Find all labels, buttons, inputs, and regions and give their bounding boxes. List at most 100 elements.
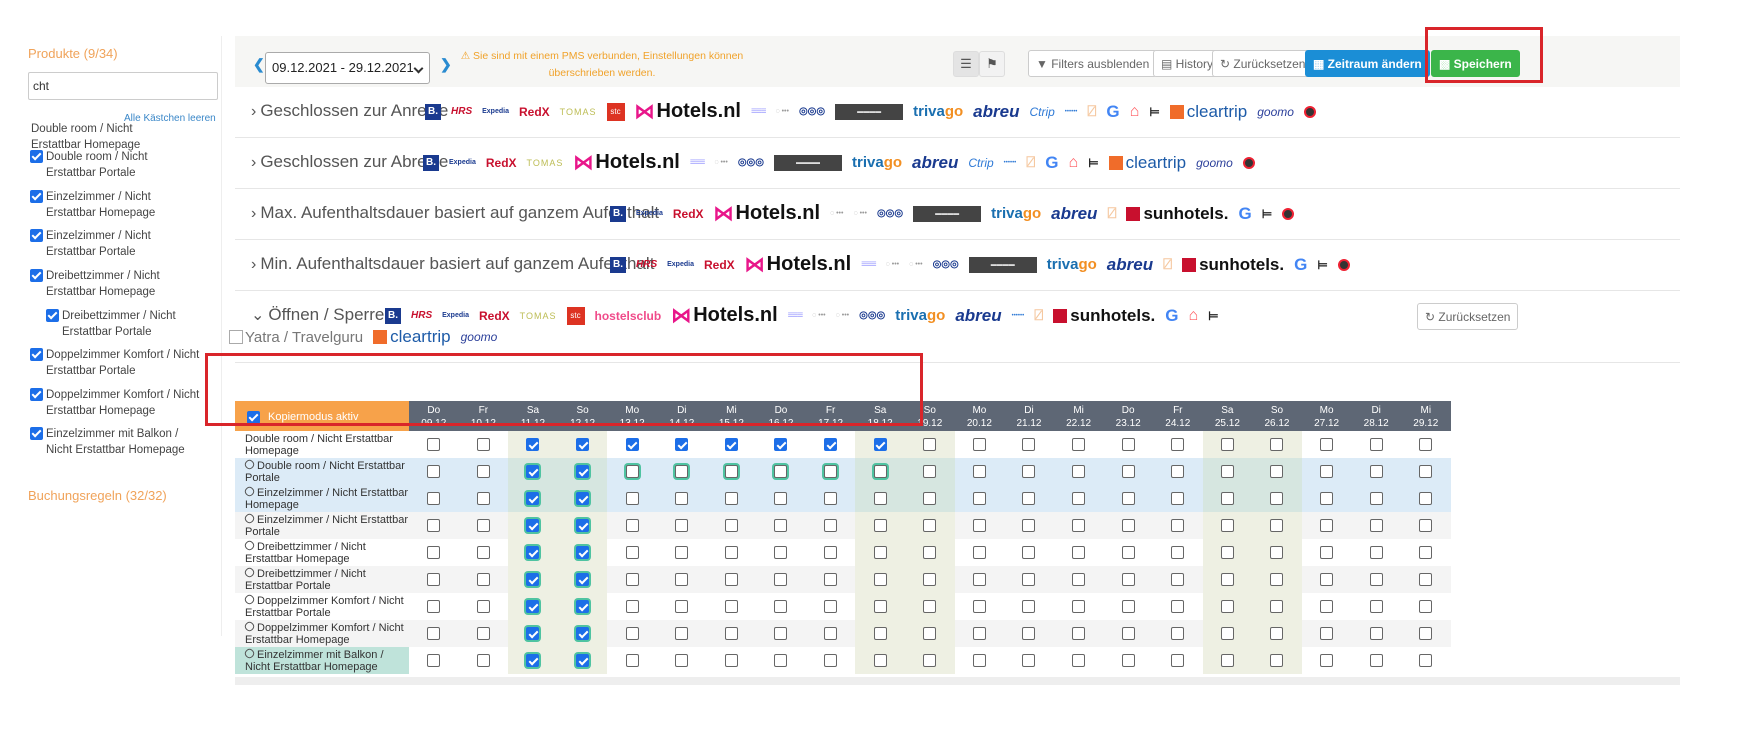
availability-checkbox[interactable] [675,492,689,505]
availability-checkbox[interactable] [675,627,689,640]
availability-checkbox[interactable] [1022,654,1036,667]
availability-checkbox[interactable] [923,546,937,559]
availability-checkbox[interactable] [1171,546,1185,559]
sidebar-item[interactable]: Dreibettzimmer / Nicht Erstattbar Homepa… [30,268,200,300]
availability-checkbox[interactable] [923,654,937,667]
availability-checkbox[interactable] [1022,438,1036,451]
availability-checkbox[interactable] [1419,492,1433,505]
availability-checkbox[interactable] [1270,438,1284,451]
availability-checkbox[interactable] [1121,492,1135,505]
availability-checkbox[interactable] [972,465,986,478]
sidebar-item-checkbox[interactable] [30,229,43,242]
availability-checkbox[interactable] [675,600,689,613]
availability-checkbox[interactable] [972,438,986,451]
availability-checkbox[interactable] [1072,600,1086,613]
availability-checkbox[interactable] [1121,600,1135,613]
availability-checkbox[interactable] [1320,654,1334,667]
availability-checkbox[interactable] [576,600,590,613]
availability-checkbox[interactable] [1270,654,1284,667]
availability-checkbox[interactable] [1171,600,1185,613]
availability-checkbox[interactable] [724,627,738,640]
availability-checkbox[interactable] [1072,546,1086,559]
availability-checkbox[interactable] [675,465,689,478]
availability-checkbox[interactable] [1270,573,1284,586]
availability-checkbox[interactable] [625,519,639,532]
availability-checkbox[interactable] [476,600,490,613]
sidebar-item[interactable]: Einzelzimmer / Nicht Erstattbar Portale [30,228,200,260]
availability-checkbox[interactable] [1369,600,1383,613]
availability-checkbox[interactable] [427,573,441,586]
availability-checkbox[interactable] [1121,573,1135,586]
availability-checkbox[interactable] [774,627,788,640]
availability-checkbox[interactable] [923,600,937,613]
availability-checkbox[interactable] [625,546,639,559]
availability-checkbox[interactable] [724,465,738,478]
availability-checkbox[interactable] [724,600,738,613]
availability-checkbox[interactable] [1419,654,1433,667]
availability-checkbox[interactable] [923,519,937,532]
rule-row[interactable]: › Geschlossen zur Anreise B. HRS Expedia RedX… [235,87,1680,138]
list-view-icon[interactable]: ☰ [953,51,979,77]
availability-checkbox[interactable] [724,492,738,505]
availability-checkbox[interactable] [1171,465,1185,478]
horizontal-scrollbar[interactable] [235,677,1680,685]
availability-checkbox[interactable] [526,546,540,559]
availability-checkbox[interactable] [1072,438,1086,451]
availability-checkbox[interactable] [1121,438,1135,451]
availability-checkbox[interactable] [1072,465,1086,478]
availability-checkbox[interactable] [1419,600,1433,613]
availability-checkbox[interactable] [1171,654,1185,667]
sidebar-item-checkbox[interactable] [30,269,43,282]
rule-toggle[interactable]: › Geschlossen zur Anreise [251,101,448,121]
sidebar-item[interactable]: Dreibettzimmer / Nicht Erstattbar Portal… [46,308,182,340]
availability-checkbox[interactable] [1369,627,1383,640]
availability-checkbox[interactable] [774,492,788,505]
rule-toggle[interactable]: › Max. Aufenthaltsdauer basiert auf ganze… [251,203,659,223]
availability-checkbox[interactable] [1022,600,1036,613]
availability-checkbox[interactable] [1320,465,1334,478]
availability-checkbox[interactable] [476,465,490,478]
availability-checkbox[interactable] [824,519,838,532]
rule-row[interactable]: › Max. Aufenthaltsdauer basiert auf ganze… [235,189,1680,240]
availability-checkbox[interactable] [1220,519,1234,532]
hide-filters-button[interactable]: ▼ Filters ausblenden [1028,50,1158,77]
availability-checkbox[interactable] [824,492,838,505]
availability-checkbox[interactable] [1022,627,1036,640]
availability-checkbox[interactable] [1171,627,1185,640]
availability-checkbox[interactable] [972,627,986,640]
reset-button[interactable]: ↻ Zurücksetzen [1212,50,1314,77]
availability-checkbox[interactable] [724,546,738,559]
availability-checkbox[interactable] [1369,654,1383,667]
availability-checkbox[interactable] [873,438,887,451]
availability-checkbox[interactable] [1220,492,1234,505]
availability-checkbox[interactable] [724,438,738,451]
availability-checkbox[interactable] [1171,573,1185,586]
rule-toggle[interactable]: › Geschlossen zur Abreise [251,152,448,172]
availability-checkbox[interactable] [476,573,490,586]
history-button[interactable]: ▤ History [1153,50,1222,77]
availability-checkbox[interactable] [476,627,490,640]
availability-checkbox[interactable] [576,438,590,451]
availability-checkbox[interactable] [427,519,441,532]
availability-checkbox[interactable] [476,438,490,451]
availability-checkbox[interactable] [1369,465,1383,478]
sidebar-item[interactable]: Einzelzimmer / Nicht Erstattbar Homepage [30,189,200,221]
availability-checkbox[interactable] [1220,438,1234,451]
availability-checkbox[interactable] [1121,546,1135,559]
availability-checkbox[interactable] [972,519,986,532]
chevron-right-icon[interactable]: › [251,205,256,222]
availability-checkbox[interactable] [1171,492,1185,505]
availability-checkbox[interactable] [625,600,639,613]
availability-checkbox[interactable] [526,492,540,505]
availability-checkbox[interactable] [1270,600,1284,613]
sidebar-item-checkbox[interactable] [46,309,59,322]
availability-checkbox[interactable] [972,492,986,505]
availability-checkbox[interactable] [824,654,838,667]
availability-checkbox[interactable] [873,600,887,613]
availability-checkbox[interactable] [873,627,887,640]
availability-checkbox[interactable] [576,654,590,667]
availability-checkbox[interactable] [576,546,590,559]
products-section-title[interactable]: Produkte (9/34) [28,46,118,61]
tag-view-icon[interactable]: ⚑ [979,51,1005,77]
rule-row[interactable]: › Min. Aufenthaltsdauer basiert auf ganze… [235,240,1680,291]
